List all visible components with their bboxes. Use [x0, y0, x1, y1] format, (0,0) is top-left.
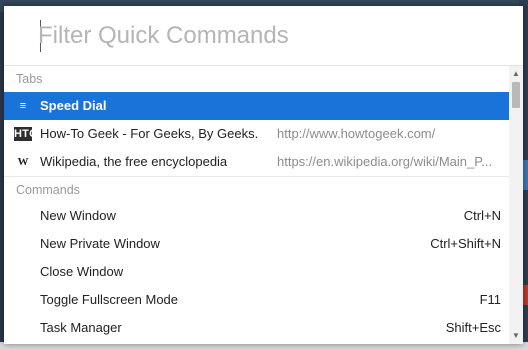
scroll-up-arrow-icon[interactable]: ▲ [509, 68, 523, 80]
section-header-tabs: Tabs [16, 72, 43, 86]
tab-title: How-To Geek - For Geeks, By Geeks. [40, 126, 259, 141]
command-label: Task Manager [40, 320, 122, 335]
speed-dial-icon: ≡ [19, 100, 27, 112]
tab-url: http://www.howtogeek.com/ [277, 126, 436, 141]
search-bar [4, 6, 523, 66]
tab-row-speed-dial[interactable]: ≡ Speed Dial [4, 92, 509, 120]
tab-row-howtogeek[interactable]: HTG How-To Geek - For Geeks, By Geeks. h… [4, 120, 509, 148]
command-new-private-window[interactable]: New Private Window Ctrl+Shift+N [4, 230, 509, 258]
command-shortcut: Shift+Esc [445, 320, 501, 335]
filter-quick-commands-input[interactable] [38, 16, 508, 56]
command-new-window[interactable]: New Window Ctrl+N [4, 202, 509, 230]
tab-title: Wikipedia, the free encyclopedia [40, 154, 228, 169]
htg-favicon-icon: HTG [14, 127, 38, 141]
command-list: Tabs ≡ Speed Dial HTG How-To Geek - For … [4, 66, 509, 344]
scrollbar-thumb[interactable] [512, 82, 520, 108]
command-close-window[interactable]: Close Window [4, 258, 509, 286]
section-header-commands: Commands [4, 176, 509, 202]
command-label: Toggle Fullscreen Mode [40, 292, 179, 307]
tab-title: Speed Dial [40, 98, 107, 113]
list-scrollbar[interactable]: ▲ ▼ [509, 66, 523, 344]
command-toggle-fullscreen[interactable]: Toggle Fullscreen Mode F11 [4, 286, 509, 314]
command-shortcut: F11 [479, 292, 501, 307]
command-label: Close Window [40, 264, 124, 279]
quick-commands-panel: Tabs ≡ Speed Dial HTG How-To Geek - For … [4, 6, 523, 344]
command-task-manager[interactable]: Task Manager Shift+Esc [4, 314, 509, 342]
wikipedia-favicon-icon: W [17, 156, 29, 168]
tab-row-wikipedia[interactable]: W Wikipedia, the free encyclopedia https… [4, 148, 509, 176]
command-shortcut: Ctrl+Shift+N [430, 236, 501, 251]
command-shortcut: Ctrl+N [463, 208, 501, 223]
tab-url: https://en.wikipedia.org/wiki/Main_P... [277, 154, 493, 169]
command-label: New Window [40, 208, 116, 223]
scroll-down-arrow-icon[interactable]: ▼ [509, 330, 523, 342]
command-label: New Private Window [40, 236, 160, 251]
